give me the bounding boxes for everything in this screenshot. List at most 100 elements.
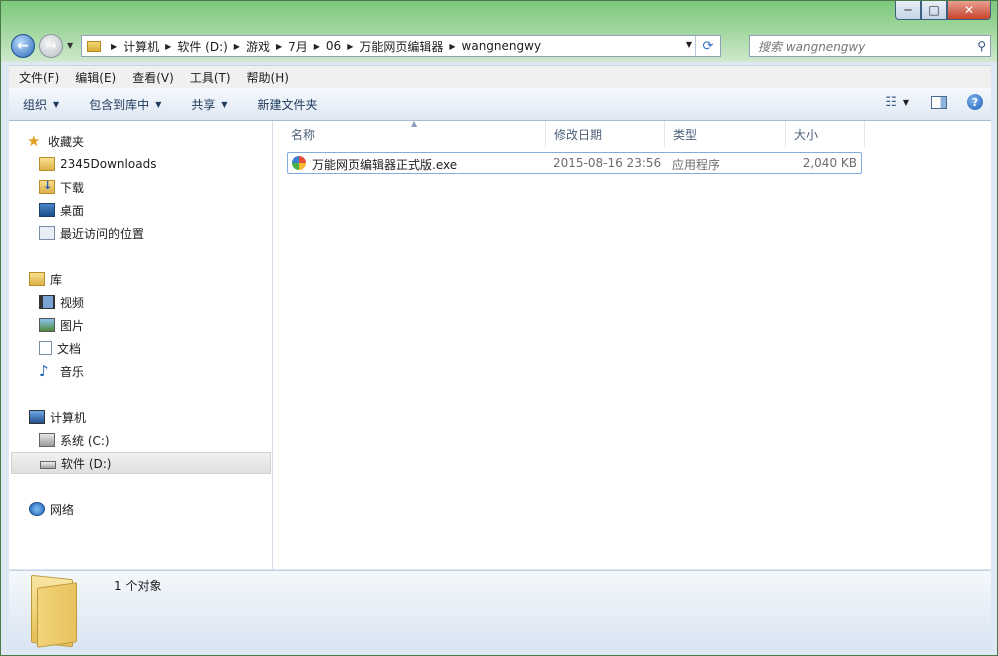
title-bar: ─ □ ✕ xyxy=(1,1,997,31)
sidebar-item-label: 图片 xyxy=(60,318,85,333)
desktop-icon xyxy=(39,203,55,217)
music-icon: ♪ xyxy=(39,362,49,380)
file-modified: 2015-08-16 23:56 xyxy=(553,156,662,170)
sidebar-item-libraries[interactable]: 库 xyxy=(29,268,291,290)
breadcrumb-drive-d[interactable]: 软件 (D:) xyxy=(177,38,227,55)
include-in-library-button[interactable]: 包含到库中 ▼ xyxy=(81,96,169,113)
column-header-type[interactable]: 类型 xyxy=(665,121,786,147)
chevron-right-icon[interactable]: ▶ xyxy=(276,42,282,51)
picture-icon xyxy=(39,318,55,332)
maximize-button[interactable]: □ xyxy=(921,1,947,20)
menu-view[interactable]: 查看(V) xyxy=(126,69,180,86)
chevron-right-icon[interactable]: ▶ xyxy=(314,42,320,51)
breadcrumb-games[interactable]: 游戏 xyxy=(246,38,270,55)
navigation-pane: ★ 收藏夹 2345Downloads 下载 桌面 最近访问的位置 库 视频 xyxy=(9,121,273,569)
sidebar-item-favorites[interactable]: ★ 收藏夹 xyxy=(27,130,289,152)
explorer-window: ─ □ ✕ ← → ▼ ▶ 计算机 ▶ 软件 (D:) ▶ 游戏 ▶ 7月 ▶ … xyxy=(0,0,998,656)
menu-file[interactable]: 文件(F) xyxy=(13,69,65,86)
recent-places-icon xyxy=(39,226,55,240)
folder-icon xyxy=(39,157,55,171)
item-count: 1 个对象 xyxy=(114,579,162,593)
search-icon[interactable]: ⚲ xyxy=(977,39,986,53)
minimize-button[interactable]: ─ xyxy=(895,1,921,20)
breadcrumb-editor[interactable]: 万能网页编辑器 xyxy=(359,38,443,55)
breadcrumb-current[interactable]: wangnengwy xyxy=(462,39,542,53)
sidebar-item-label: 音乐 xyxy=(60,364,85,379)
navigation-row: ← → ▼ ▶ 计算机 ▶ 软件 (D:) ▶ 游戏 ▶ 7月 ▶ 06 ▶ 万… xyxy=(9,33,991,59)
breadcrumb-06[interactable]: 06 xyxy=(326,39,341,53)
sidebar-item-label: 下载 xyxy=(60,180,85,195)
menu-edit[interactable]: 编辑(E) xyxy=(69,69,122,86)
sidebar-item-label: 桌面 xyxy=(60,203,85,218)
organize-label: 组织 xyxy=(23,97,48,112)
sidebar-item-label: 2345Downloads xyxy=(60,157,157,171)
chevron-right-icon[interactable]: ▶ xyxy=(347,42,353,51)
sidebar-item-label: 最近访问的位置 xyxy=(60,226,145,241)
preview-pane-icon[interactable] xyxy=(931,95,947,109)
menu-bar: 文件(F) 编辑(E) 查看(V) 工具(T) 帮助(H) xyxy=(9,65,991,88)
chevron-down-icon: ▼ xyxy=(221,99,228,109)
application-icon xyxy=(292,156,306,170)
drive-icon xyxy=(40,461,56,469)
file-type: 应用程序 xyxy=(672,158,721,172)
sidebar-item-label: 文档 xyxy=(57,341,82,356)
video-icon xyxy=(39,295,55,309)
sidebar-item-label: 软件 (D:) xyxy=(61,456,112,471)
new-folder-button[interactable]: 新建文件夹 xyxy=(250,96,326,113)
library-icon xyxy=(29,272,45,286)
help-icon[interactable]: ? xyxy=(967,94,983,110)
chevron-right-icon[interactable]: ▶ xyxy=(111,42,117,51)
chevron-right-icon[interactable]: ▶ xyxy=(234,42,240,51)
sidebar-item-pictures[interactable]: 图片 xyxy=(39,314,301,336)
folder-icon xyxy=(31,574,81,648)
sidebar-item-2345downloads[interactable]: 2345Downloads xyxy=(39,153,301,175)
view-options-icon[interactable]: ☷ xyxy=(885,95,897,110)
file-list: ▲ 名称 修改日期 类型 大小 万能网页编辑器正式版.exe 2015-08-1… xyxy=(273,119,991,569)
sidebar-item-label: 库 xyxy=(50,272,63,287)
computer-icon xyxy=(29,410,45,424)
forward-button[interactable]: → xyxy=(39,34,63,58)
breadcrumb-july[interactable]: 7月 xyxy=(288,38,308,55)
sidebar-item-desktop[interactable]: 桌面 xyxy=(39,199,301,221)
sidebar-item-drive-d[interactable]: 软件 (D:) xyxy=(11,452,271,474)
sidebar-item-videos[interactable]: 视频 xyxy=(39,291,301,313)
sidebar-item-label: 网络 xyxy=(50,502,75,517)
column-header-name[interactable]: 名称 xyxy=(283,121,546,147)
sidebar-item-music[interactable]: ♪ 音乐 xyxy=(39,360,301,382)
chevron-down-icon: ▼ xyxy=(155,99,162,109)
back-button[interactable]: ← xyxy=(11,34,35,58)
chevron-right-icon[interactable]: ▶ xyxy=(165,42,171,51)
command-bar: 组织 ▼ 包含到库中 ▼ 共享 ▼ 新建文件夹 ☷ ▼ ? xyxy=(9,88,991,121)
document-icon xyxy=(39,341,52,355)
refresh-icon[interactable]: ⟳ xyxy=(695,36,720,56)
breadcrumb: ▶ 计算机 ▶ 软件 (D:) ▶ 游戏 ▶ 7月 ▶ 06 ▶ 万能网页编辑器… xyxy=(105,36,541,56)
recent-pages-dropdown-icon[interactable]: ▼ xyxy=(67,41,73,50)
search-input[interactable] xyxy=(756,37,970,57)
star-icon: ★ xyxy=(27,132,41,150)
menu-tools[interactable]: 工具(T) xyxy=(184,69,237,86)
search-box[interactable]: ⚲ xyxy=(749,35,991,57)
column-header-size[interactable]: 大小 xyxy=(786,121,865,147)
file-row[interactable]: 万能网页编辑器正式版.exe 2015-08-16 23:56 应用程序 2,0… xyxy=(287,152,862,174)
sidebar-item-recent-places[interactable]: 最近访问的位置 xyxy=(39,222,301,244)
sidebar-item-computer[interactable]: 计算机 xyxy=(29,406,291,428)
caption-buttons: ─ □ ✕ xyxy=(895,1,991,20)
address-bar[interactable]: ▶ 计算机 ▶ 软件 (D:) ▶ 游戏 ▶ 7月 ▶ 06 ▶ 万能网页编辑器… xyxy=(81,35,721,57)
share-button[interactable]: 共享 ▼ xyxy=(183,96,235,113)
sidebar-item-network[interactable]: 网络 xyxy=(29,498,291,520)
chevron-down-icon[interactable]: ▼ xyxy=(903,98,909,107)
chevron-right-icon[interactable]: ▶ xyxy=(449,42,455,51)
address-dropdown-icon[interactable]: ▼ xyxy=(686,40,692,49)
menu-help[interactable]: 帮助(H) xyxy=(241,69,295,86)
sidebar-item-documents[interactable]: 文档 xyxy=(39,337,301,359)
share-label: 共享 xyxy=(191,97,216,112)
chevron-down-icon: ▼ xyxy=(53,99,60,109)
sidebar-item-label: 视频 xyxy=(60,295,85,310)
sidebar-item-downloads[interactable]: 下载 xyxy=(39,176,301,198)
column-header-modified[interactable]: 修改日期 xyxy=(546,121,665,147)
organize-button[interactable]: 组织 ▼ xyxy=(15,96,67,113)
sidebar-item-label: 系统 (C:) xyxy=(60,433,110,448)
sidebar-item-drive-c[interactable]: 系统 (C:) xyxy=(39,429,301,451)
breadcrumb-computer[interactable]: 计算机 xyxy=(123,38,159,55)
close-button[interactable]: ✕ xyxy=(947,1,991,20)
